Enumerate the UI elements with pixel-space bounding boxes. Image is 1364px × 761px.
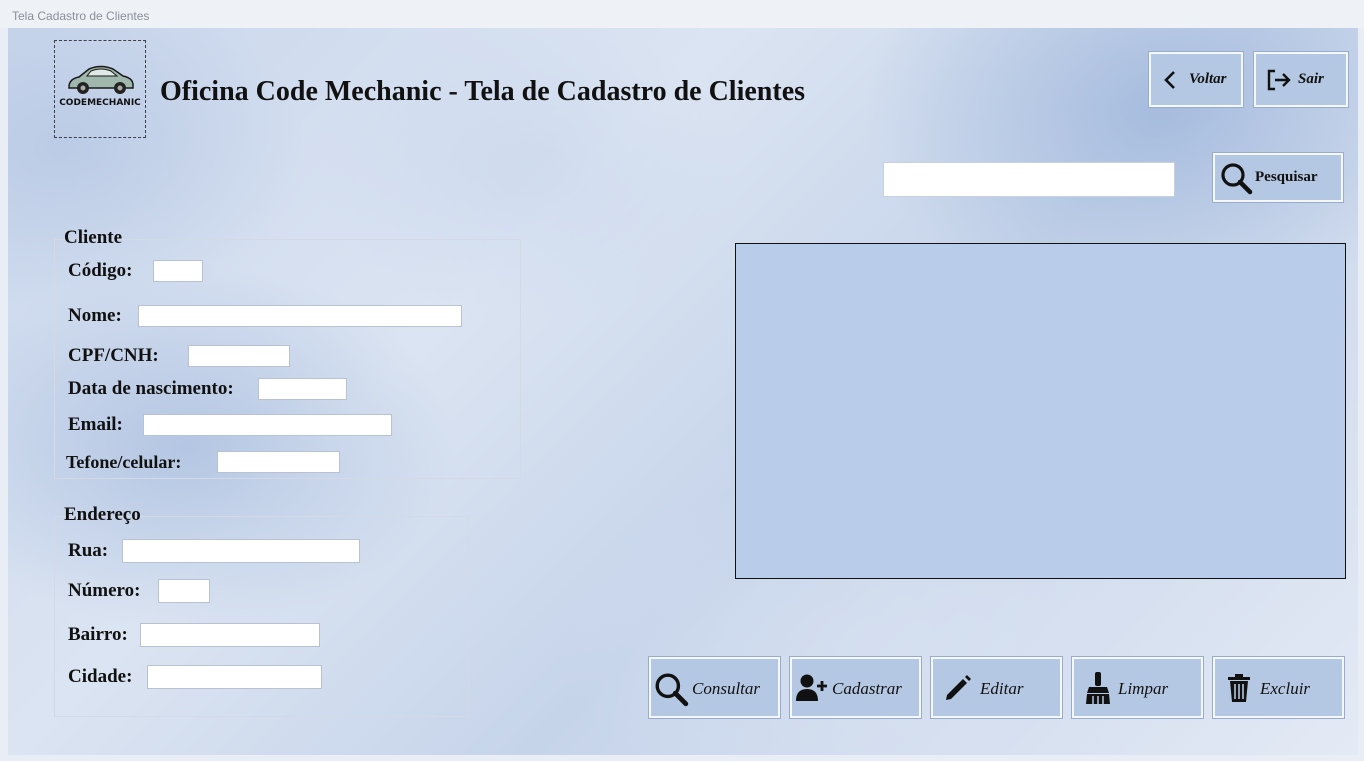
codigo-field[interactable] bbox=[153, 260, 203, 282]
editar-button[interactable]: Editar bbox=[931, 657, 1062, 718]
editar-label: Editar bbox=[980, 679, 1024, 698]
voltar-label: Voltar bbox=[1189, 71, 1227, 87]
sair-label: Sair bbox=[1298, 71, 1324, 87]
search-icon bbox=[655, 673, 689, 707]
pesquisar-label: Pesquisar bbox=[1255, 169, 1318, 185]
clientes-table[interactable] bbox=[735, 243, 1346, 579]
excluir-label: Excluir bbox=[1260, 679, 1311, 698]
consultar-button[interactable]: Consultar bbox=[649, 657, 780, 718]
chevron-left-icon bbox=[1164, 71, 1175, 89]
pencil-icon bbox=[946, 675, 971, 700]
page-title: Oficina Code Mechanic - Tela de Cadastro… bbox=[160, 76, 806, 107]
sair-button[interactable]: Sair bbox=[1254, 52, 1348, 107]
bairro-field[interactable] bbox=[140, 623, 320, 647]
cidade-field[interactable] bbox=[147, 665, 322, 689]
limpar-button[interactable]: Limpar bbox=[1072, 657, 1203, 718]
numero-field[interactable] bbox=[158, 579, 210, 603]
voltar-button[interactable]: Voltar bbox=[1149, 52, 1243, 107]
codigo-label: Código: bbox=[68, 260, 133, 281]
nascimento-field[interactable] bbox=[258, 378, 347, 400]
telefone-label: Tefone/celular: bbox=[66, 452, 182, 472]
broom-icon bbox=[1086, 672, 1110, 704]
rua-field[interactable] bbox=[122, 539, 360, 563]
endereco-legend: Endereço bbox=[64, 504, 141, 525]
telefone-field[interactable] bbox=[217, 451, 340, 473]
cadastrar-button[interactable]: Cadastrar bbox=[790, 657, 921, 718]
search-icon bbox=[1221, 163, 1253, 195]
car-logo-icon bbox=[68, 65, 134, 94]
sign-out-icon bbox=[1267, 69, 1291, 91]
nascimento-label: Data de nascimento: bbox=[68, 378, 234, 399]
cadastrar-label: Cadastrar bbox=[832, 679, 902, 698]
cidade-label: Cidade: bbox=[68, 666, 133, 687]
bairro-label: Bairro: bbox=[68, 624, 128, 645]
nome-field[interactable] bbox=[138, 305, 462, 327]
trash-icon bbox=[1228, 674, 1250, 702]
nome-label: Nome: bbox=[68, 305, 122, 326]
numero-label: Número: bbox=[68, 580, 141, 601]
logo: CODEMECHANIC bbox=[54, 40, 146, 138]
excluir-button[interactable]: Excluir bbox=[1213, 657, 1344, 718]
client-area: CODEMECHANIC Oficina Code Mechanic - Tel… bbox=[8, 28, 1358, 755]
consultar-label: Consultar bbox=[692, 679, 761, 698]
email-label: Email: bbox=[68, 414, 123, 435]
search-input[interactable] bbox=[883, 162, 1175, 197]
cpf-field[interactable] bbox=[188, 345, 290, 367]
window-titlebar: Tela Cadastro de Clientes bbox=[0, 0, 1364, 28]
cpf-label: CPF/CNH: bbox=[68, 345, 159, 366]
pesquisar-button[interactable]: Pesquisar bbox=[1213, 153, 1343, 202]
window-title: Tela Cadastro de Clientes bbox=[12, 9, 150, 23]
limpar-label: Limpar bbox=[1118, 679, 1169, 698]
logo-text: CODEMECHANIC bbox=[59, 98, 141, 108]
email-field[interactable] bbox=[143, 414, 392, 436]
rua-label: Rua: bbox=[68, 540, 109, 561]
cliente-legend: Cliente bbox=[64, 227, 123, 248]
user-plus-icon bbox=[796, 674, 827, 701]
